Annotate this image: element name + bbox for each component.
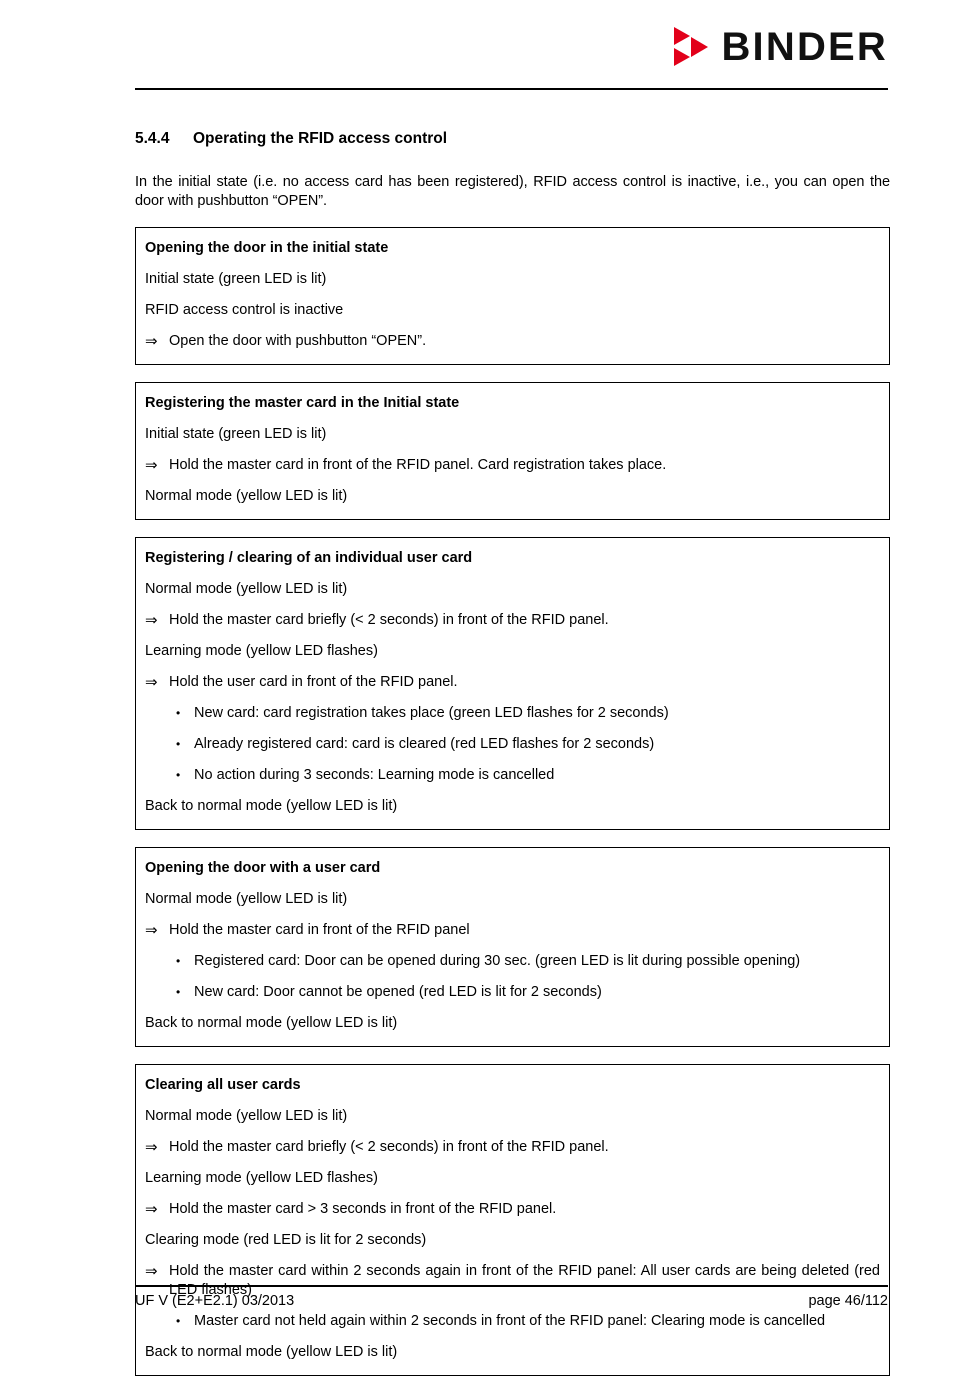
procedure-line-text: Hold the user card in front of the RFID …: [169, 673, 458, 690]
document-page: BINDER 5.4.4 Operating the RFID access c…: [0, 0, 954, 1376]
procedure-line-text: Normal mode (yellow LED is lit): [145, 1107, 348, 1124]
page-header: BINDER: [0, 0, 954, 96]
procedure-state-text: Back to normal mode (yellow LED is lit): [145, 1343, 880, 1362]
procedure-box-title: Clearing all user cards: [145, 1076, 301, 1093]
procedure-line-text: Learning mode (yellow LED flashes): [145, 1169, 378, 1186]
procedure-box-title: Opening the door in the initial state: [145, 239, 389, 256]
bullet-icon: •: [176, 705, 181, 720]
procedure-state-text: Initial state (green LED is lit): [145, 425, 880, 444]
double-arrow-icon: ⇒: [145, 611, 158, 629]
procedure-bullet-item: • No action during 3 seconds: Learning mo…: [145, 766, 880, 785]
procedure-line-text: Normal mode (yellow LED is lit): [145, 580, 348, 597]
procedure-bullet-item: • Registered card: Door can be opened dur…: [145, 952, 880, 971]
procedure-line-text: Back to normal mode (yellow LED is lit): [145, 1014, 398, 1031]
procedure-box: Registering the master card in the Initi…: [135, 381, 890, 520]
procedure-state-text: Learning mode (yellow LED flashes): [145, 1169, 880, 1188]
procedure-box-title: Registering the master card in the Initi…: [145, 394, 460, 411]
bullet-icon: •: [176, 767, 181, 782]
procedure-line-text: Initial state (green LED is lit): [145, 270, 327, 287]
procedure-state-text: Normal mode (yellow LED is lit): [145, 580, 880, 599]
page-title: 5.4.4 Operating the RFID access control: [135, 130, 890, 149]
procedure-state-text: Normal mode (yellow LED is lit): [145, 1107, 880, 1126]
double-arrow-icon: ⇒: [145, 1262, 158, 1280]
double-arrow-icon: ⇒: [145, 921, 158, 939]
double-arrow-icon: ⇒: [145, 332, 158, 350]
section-number: 5.4.4: [135, 130, 170, 147]
procedure-line-text: Learning mode (yellow LED flashes): [145, 642, 378, 659]
procedure-box-title: Registering / clearing of an individual …: [145, 549, 473, 566]
procedure-line-text: New card: card registration takes place …: [194, 704, 669, 721]
procedure-box-title: Opening the door with a user card: [145, 859, 381, 876]
binder-triangles-logo-icon: [674, 27, 712, 67]
double-arrow-icon: ⇒: [145, 456, 158, 474]
procedure-state-text: Initial state (green LED is lit): [145, 270, 880, 289]
procedure-bullet-item: • New card: Door cannot be opened (red LE…: [145, 983, 880, 1002]
procedure-line-text: Hold the master card briefly (< 2 second…: [169, 611, 609, 628]
procedure-line-text: Hold the master card briefly (< 2 second…: [169, 1138, 609, 1155]
procedure-line-text: Registered card: Door can be opened duri…: [194, 952, 801, 969]
procedure-step: ⇒ Hold the master card in front of the RF…: [145, 456, 880, 475]
footer-document-id: UF V (E2+E2.1) 03/2013: [135, 1293, 295, 1309]
procedure-line-text: Back to normal mode (yellow LED is lit): [145, 797, 398, 814]
double-arrow-icon: ⇒: [145, 673, 158, 691]
procedure-box: Opening the door with a user card Normal …: [135, 846, 890, 1047]
brand-wordmark: BINDER: [721, 25, 888, 69]
procedure-state-text: Back to normal mode (yellow LED is lit): [145, 1014, 880, 1033]
procedure-box: Clearing all user cards Normal mode (yell…: [135, 1063, 890, 1376]
double-arrow-icon: ⇒: [145, 1138, 158, 1156]
procedure-line-text: Initial state (green LED is lit): [145, 425, 327, 442]
intro-paragraph: In the initial state (i.e. no access car…: [135, 173, 890, 209]
double-arrow-icon: ⇒: [145, 1200, 158, 1218]
procedure-line-text: Hold the master card in front of the RFI…: [169, 921, 470, 938]
header-divider: [135, 88, 888, 90]
procedure-state-text: RFID access control is inactive: [145, 301, 880, 320]
procedure-line-text: Already registered card: card is cleared…: [194, 735, 655, 752]
procedure-step: ⇒ Hold the user card in front of the RFID…: [145, 673, 880, 692]
procedure-bullet-item: • Master card not held again within 2 sec…: [145, 1312, 880, 1331]
procedure-line-text: RFID access control is inactive: [145, 301, 344, 318]
procedure-line-text: Normal mode (yellow LED is lit): [145, 890, 348, 907]
procedure-line-text: Hold the master card in front of the RFI…: [169, 456, 667, 473]
footer-divider: [135, 1285, 888, 1287]
procedure-state-text: Back to normal mode (yellow LED is lit): [145, 797, 880, 816]
bullet-icon: •: [176, 1313, 181, 1328]
procedure-step: ⇒ Hold the master card in front of the RF…: [145, 921, 880, 940]
bullet-icon: •: [176, 984, 181, 999]
procedure-step: ⇒ Hold the master card briefly (< 2 secon…: [145, 1138, 880, 1157]
procedure-bullet-item: • Already registered card: card is cleare…: [145, 735, 880, 754]
procedure-bullet-item: • New card: card registration takes place…: [145, 704, 880, 723]
bullet-icon: •: [176, 736, 181, 751]
page-content: 5.4.4 Operating the RFID access control …: [135, 130, 890, 1393]
procedure-step: ⇒ Hold the master card > 3 seconds in fro…: [145, 1200, 880, 1219]
procedure-line-text: Open the door with pushbutton “OPEN”.: [169, 332, 427, 349]
procedure-line-text: Hold the master card > 3 seconds in fron…: [169, 1200, 557, 1217]
procedure-state-text: Normal mode (yellow LED is lit): [145, 487, 880, 506]
procedure-box: Opening the door in the initial state Ini…: [135, 226, 890, 365]
page-footer: UF V (E2+E2.1) 03/2013 page 46/112: [135, 1292, 888, 1311]
procedure-line-text: Back to normal mode (yellow LED is lit): [145, 1343, 398, 1360]
procedure-step: ⇒ Hold the master card briefly (< 2 secon…: [145, 611, 880, 630]
procedure-line-text: Master card not held again within 2 seco…: [194, 1312, 826, 1329]
procedure-line-text: Clearing mode (red LED is lit for 2 seco…: [145, 1231, 427, 1248]
section-title-text: Operating the RFID access control: [193, 130, 448, 147]
procedure-box: Registering / clearing of an individual …: [135, 536, 890, 830]
procedure-state-text: Clearing mode (red LED is lit for 2 seco…: [145, 1231, 880, 1250]
binder-logo: BINDER: [674, 24, 888, 70]
procedure-box-list: Opening the door in the initial state Ini…: [135, 226, 890, 1376]
footer-page-number: page 46/112: [808, 1293, 888, 1309]
procedure-state-text: Normal mode (yellow LED is lit): [145, 890, 880, 909]
bullet-icon: •: [176, 953, 181, 968]
procedure-line-text: Normal mode (yellow LED is lit): [145, 487, 348, 504]
procedure-state-text: Learning mode (yellow LED flashes): [145, 642, 880, 661]
procedure-line-text: New card: Door cannot be opened (red LED…: [194, 983, 602, 1000]
procedure-step: ⇒ Open the door with pushbutton “OPEN”.: [145, 332, 880, 351]
procedure-line-text: No action during 3 seconds: Learning mod…: [194, 766, 555, 783]
